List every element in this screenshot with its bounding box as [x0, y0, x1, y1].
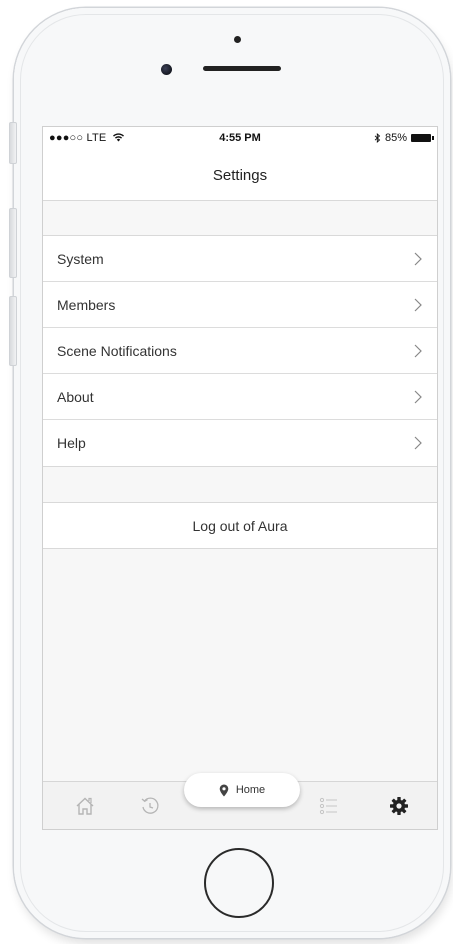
house-icon[interactable] [74, 795, 96, 817]
volume-up-button [9, 208, 17, 278]
home-pill-label: Home [235, 784, 266, 796]
menu-item-label: Members [57, 297, 116, 313]
proximity-sensor [234, 36, 241, 43]
chevron-right-icon [414, 344, 422, 358]
status-bar: ●●●○○ LTE 4:55 PM 85% [43, 127, 437, 149]
menu-item-members[interactable]: Members [43, 282, 437, 328]
hardware-home-button[interactable] [204, 848, 274, 918]
list-icon[interactable] [318, 795, 340, 817]
menu-item-label: Scene Notifications [57, 343, 177, 359]
history-icon[interactable] [139, 795, 161, 817]
front-camera [161, 64, 172, 75]
page-title: Settings [212, 167, 268, 184]
navigation-bar: Settings [43, 149, 437, 201]
menu-item-label: System [57, 251, 104, 267]
chevron-right-icon [414, 436, 422, 450]
chevron-right-icon [414, 252, 422, 266]
menu-item-label: About [57, 389, 94, 405]
bluetooth-icon [374, 133, 381, 143]
menu-item-scene-notifications[interactable]: Scene Notifications [43, 328, 437, 374]
menu-item-about[interactable]: About [43, 374, 437, 420]
chevron-right-icon [414, 390, 422, 404]
app-screen: ●●●○○ LTE 4:55 PM 85% Settings System Me… [42, 126, 438, 830]
home-location-button[interactable]: Home [184, 773, 300, 807]
menu-item-system[interactable]: System [43, 236, 437, 282]
menu-item-help[interactable]: Help [43, 420, 437, 466]
logout-label: Log out of Aura [192, 518, 288, 534]
volume-down-button [9, 296, 17, 366]
status-right: 85% [374, 132, 434, 144]
mute-switch [9, 122, 17, 164]
location-pin-icon [219, 784, 229, 796]
earpiece-speaker [203, 66, 281, 71]
battery-icon [411, 134, 434, 142]
battery-percent: 85% [384, 132, 407, 144]
chevron-right-icon [414, 298, 422, 312]
settings-menu: System Members Scene Notifications About… [43, 235, 437, 467]
gear-icon[interactable] [388, 795, 410, 817]
menu-item-label: Help [57, 435, 86, 451]
logout-button[interactable]: Log out of Aura [43, 502, 437, 549]
